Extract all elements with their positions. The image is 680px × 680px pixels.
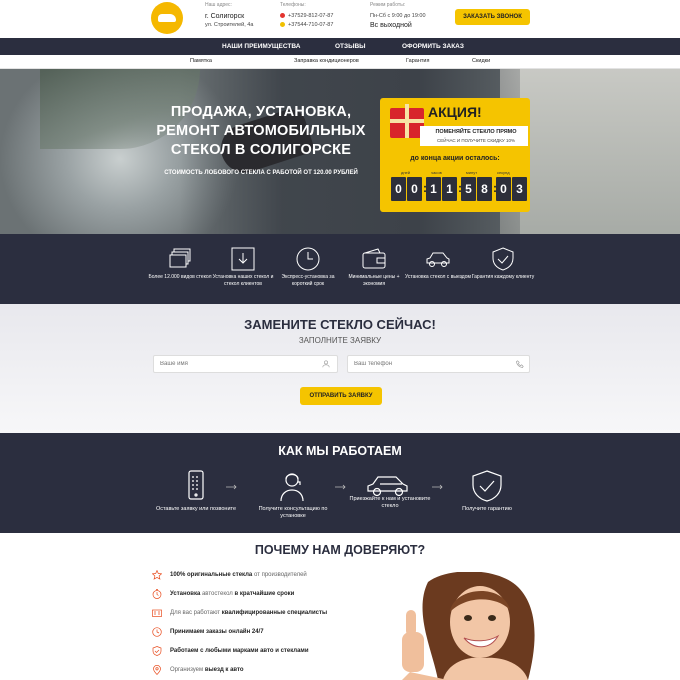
countdown-digit: 0 (391, 177, 406, 201)
gift-ribbon-horizontal (390, 119, 424, 123)
countdown-hours-label: часов (431, 170, 442, 175)
feature-text-express: Экспресс-установка за короткий срок (281, 274, 335, 287)
countdown-digit: 3 (512, 177, 527, 201)
trust-item: Принимаем заказы онлайн 24/7 (152, 627, 412, 639)
countdown-days-label: дней (401, 170, 411, 175)
wallet-icon (362, 248, 386, 269)
happy-customer-image (402, 572, 535, 680)
countdown-minutes-label: минут (466, 170, 478, 175)
clock-24-icon (152, 627, 162, 637)
features-strip (0, 234, 680, 304)
nav-memo[interactable]: Памятка (190, 58, 212, 64)
trust-text-2: Установка автостекол в кратчайшие сроки (170, 591, 295, 597)
map-pin-icon (153, 665, 161, 675)
how-title: КАК МЫ РАБОТАЕМ (278, 444, 402, 458)
countdown-digit: 0 (496, 177, 511, 201)
sub-nav: Памятка Заправка кондиционеров Гарантия … (0, 55, 680, 69)
stopwatch-icon (152, 589, 162, 599)
how-step-1-text: Оставьте заявку или позвоните (155, 506, 237, 512)
feature-text-warranty: Гарантия каждому клиенту (471, 274, 535, 280)
order-call-button[interactable]: ЗАКАЗАТЬ ЗВОНОК (455, 9, 530, 25)
form-subtitle: ЗАПОЛНИТЕ ЗАЯВКУ (298, 336, 382, 345)
phone-icon (516, 360, 524, 368)
trust-item: Установка автостекол в кратчайшие сроки (152, 589, 412, 601)
trust-text-4: Принимаем заказы онлайн 24/7 (170, 629, 264, 635)
how-step-2-text: Получите консультацию по установке (258, 506, 328, 519)
arrow-right-icon (226, 484, 237, 490)
nav-discounts[interactable]: Скидки (472, 58, 490, 64)
trust-text-5: Работаем с любыми марками авто и стеклам… (170, 648, 309, 654)
windshields-icon (169, 248, 191, 268)
countdown-digit: 1 (442, 177, 457, 201)
form-title: ЗАМЕНИТЕ СТЕКЛО СЕЙЧАС! (244, 317, 436, 332)
how-step-3-text: Приезжайте к нам и установите стекло (349, 496, 431, 509)
clock-icon (296, 247, 320, 271)
shield-check-icon (472, 470, 502, 502)
countdown-seconds-label: секунд (497, 170, 510, 175)
phone-1[interactable]: +37529-812-07-87 (280, 12, 333, 21)
trust-text-1: 100% оригинальные стекла от производител… (170, 572, 307, 578)
arrow-right-icon (432, 484, 443, 490)
site-header: Наш адрес: г. Солигорск ул. Строителей, … (0, 0, 680, 38)
trust-text-6: Организуем выезд к авто (170, 667, 244, 673)
hours-caption: Режим работы: (370, 2, 406, 8)
download-box-icon (231, 247, 255, 271)
countdown-digit: 5 (461, 177, 476, 201)
car-icon (158, 14, 176, 22)
trust-item: Работаем с любыми марками авто и стеклам… (152, 646, 412, 658)
how-step-4-text: Получите гарантию (462, 506, 512, 512)
name-input[interactable] (153, 355, 338, 373)
nav-aircon[interactable]: Заправка кондиционеров (294, 58, 359, 64)
promo-line-2: СЕЙЧАС И ПОЛУЧИТЕ СКИДКУ 10% (436, 138, 516, 143)
feature-text-install: Установка наших стекол и стекол клиентов (212, 274, 274, 287)
phone-2-text: +37544-710-07-87 (288, 22, 334, 28)
arrow-right-icon (335, 484, 346, 490)
id-card-icon (152, 609, 162, 617)
feature-text-onsite: Установка стекол с выездом (405, 274, 471, 280)
hours-weekend: Вс выходной (370, 22, 412, 29)
phone-1-text: +37529-812-07-87 (288, 13, 334, 19)
mts-icon (280, 13, 285, 19)
countdown-digit: 0 (407, 177, 422, 201)
countdown-digit: 8 (477, 177, 492, 201)
phone-input[interactable] (347, 355, 530, 373)
main-nav: НАШИ ПРЕИМУЩЕСТВА ОТЗЫВЫ ОФОРМИТЬ ЗАКАЗ (0, 38, 680, 55)
nav-order[interactable]: ОФОРМИТЬ ЗАКАЗ (402, 43, 464, 50)
feature-text-glasses: Более 12.000 видов стекол (148, 274, 212, 280)
trust-item: 100% оригинальные стекла от производител… (152, 570, 412, 582)
header-hours: Режим работы: Пн-Сб с 9:00 до 19:00 Вс в… (370, 2, 426, 30)
header-phones: Телефоны: +37529-812-07-87 +37544-710-07… (280, 2, 333, 30)
address-caption: Наш адрес: (205, 2, 232, 8)
header-address: Наш адрес: г. Солигорск ул. Строителей, … (205, 2, 253, 30)
car-icon (426, 252, 450, 267)
phones-caption: Телефоны: (280, 2, 306, 8)
trust-item: Для вас работают квалифицированные специ… (152, 608, 412, 620)
trust-item: Организуем выезд к авто (152, 665, 412, 677)
countdown-digit: 1 (426, 177, 441, 201)
hours-weekdays: Пн-Сб с 9:00 до 19:00 (370, 13, 426, 19)
hero-subtitle: СТОИМОСТЬ ЛОБОВОГО СТЕКЛА С РАБОТОЙ ОТ 1… (164, 170, 358, 176)
consultant-icon (280, 473, 304, 502)
velcom-icon (280, 22, 285, 28)
star-icon (152, 570, 162, 580)
trust-title: ПОЧЕМУ НАМ ДОВЕРЯЮТ? (254, 543, 426, 557)
feature-text-prices: Минимальные цены + экономия (348, 274, 400, 287)
nav-advantages[interactable]: НАШИ ПРЕИМУЩЕСТВА (222, 43, 300, 50)
submit-request-button[interactable]: ОТПРАВИТЬ ЗАЯВКУ (300, 387, 382, 405)
promo-title: АКЦИЯ! (428, 104, 482, 120)
trust-text-3: Для вас работают квалифицированные специ… (170, 610, 328, 616)
hero-title: ПРОДАЖА, УСТАНОВКА, РЕМОНТ АВТОМОБИЛЬНЫХ… (156, 104, 366, 158)
phone-icon (188, 470, 204, 500)
nav-reviews[interactable]: ОТЗЫВЫ (335, 43, 366, 50)
phone-2[interactable]: +37544-710-07-87 (280, 21, 333, 30)
address-city: г. Солигорск (205, 13, 245, 20)
shield-check-icon (492, 247, 514, 271)
promo-line-1: ПОМЕНЯЙТЕ СТЕКЛО ПРЯМО (435, 129, 517, 135)
logo[interactable] (151, 2, 183, 34)
car-shield-icon (152, 646, 162, 656)
promo-countdown-label: до конца акции осталось: (410, 155, 500, 162)
user-icon (322, 360, 330, 368)
nav-warranty[interactable]: Гарантия (406, 58, 429, 64)
address-street: ул. Строителей, 4а (205, 22, 254, 28)
